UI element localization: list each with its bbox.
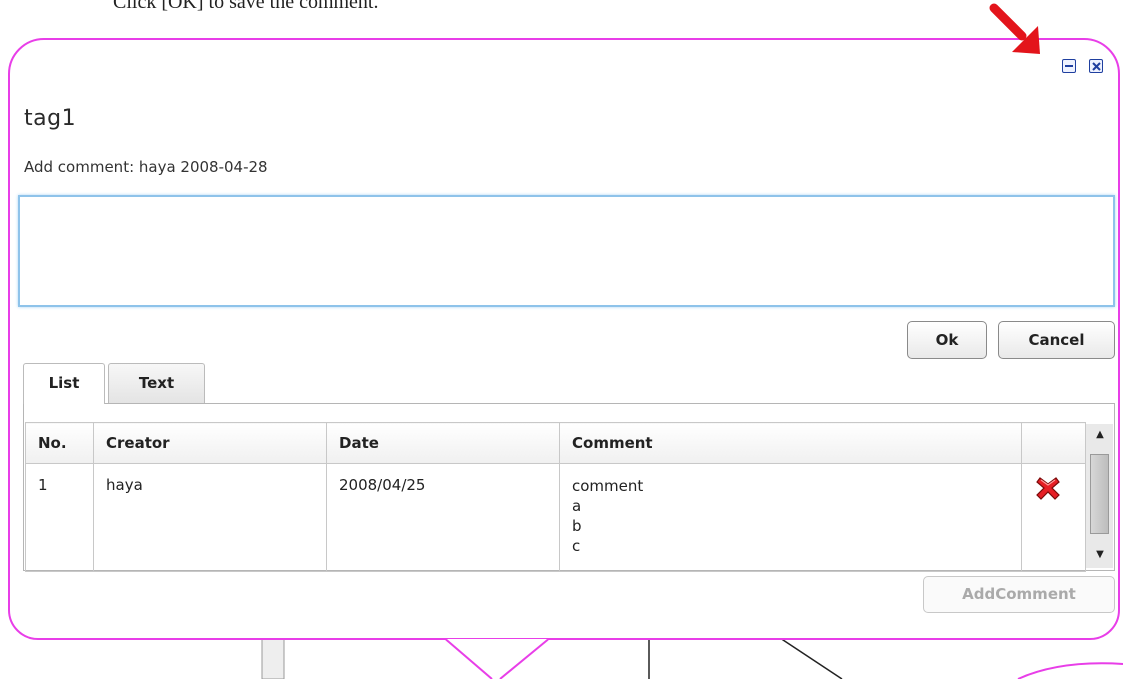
scrollbar-thumb[interactable]	[1090, 454, 1109, 534]
column-header-date[interactable]: Date	[326, 422, 560, 464]
column-header-comment[interactable]: Comment	[559, 422, 1022, 464]
popup-title: tag1	[24, 106, 77, 131]
comment-line: b	[572, 517, 582, 535]
tab-text[interactable]: Text	[108, 363, 205, 403]
instruction-text: Click [OK] to save the comment.	[113, 0, 379, 13]
cell-date: 2008/04/25	[326, 463, 560, 572]
comment-line: a	[572, 497, 582, 515]
minimize-icon[interactable]	[1062, 59, 1076, 73]
ok-button[interactable]: Ok	[907, 321, 987, 359]
red-arrow-icon	[989, 3, 1040, 54]
cell-no: 1	[25, 463, 94, 572]
cancel-button[interactable]: Cancel	[998, 321, 1115, 359]
comment-line: c	[572, 537, 581, 555]
column-header-actions	[1021, 422, 1086, 464]
scroll-down-icon[interactable]: ▼	[1091, 548, 1109, 562]
add-comment-button[interactable]: AddComment	[923, 576, 1115, 613]
close-icon[interactable]	[1089, 59, 1103, 73]
cell-comment: comment a b c	[559, 463, 1022, 572]
delete-icon[interactable]	[1034, 474, 1062, 502]
column-header-no[interactable]: No.	[25, 422, 94, 464]
comment-table: No. Creator Date Comment 1 haya 2008/04/…	[25, 422, 1086, 572]
table-row[interactable]: 1 haya 2008/04/25 comment a b c	[25, 463, 1086, 572]
scroll-up-icon[interactable]: ▲	[1091, 428, 1109, 442]
table-scrollbar[interactable]: ▲ ▼	[1085, 424, 1113, 568]
comment-input[interactable]	[18, 195, 1115, 307]
popup-subtitle: Add comment: haya 2008-04-28	[24, 158, 268, 176]
comment-line: comment	[572, 477, 644, 495]
cell-creator: haya	[93, 463, 327, 572]
cell-actions	[1021, 463, 1086, 572]
table-header-row: No. Creator Date Comment	[25, 422, 1086, 464]
column-header-creator[interactable]: Creator	[93, 422, 327, 464]
tab-list[interactable]: List	[23, 363, 105, 404]
